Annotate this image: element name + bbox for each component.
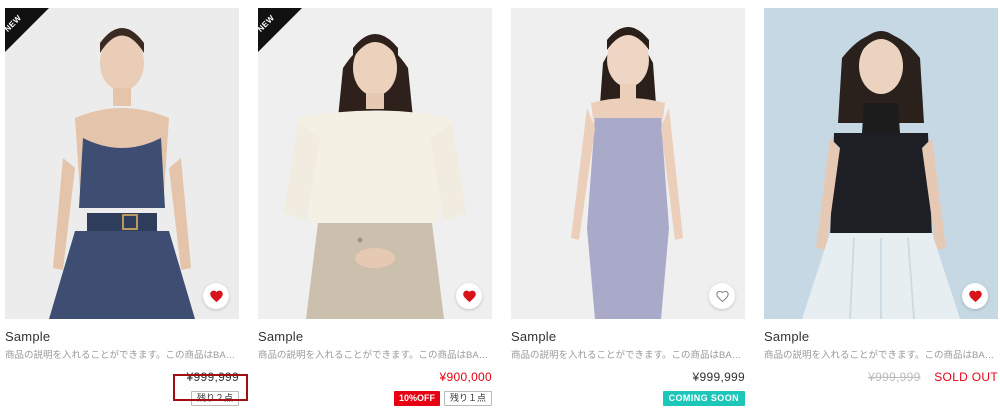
product-description: 商品の説明を入れることができます。この商品はBAS... — [511, 350, 745, 361]
heart-icon — [715, 290, 729, 302]
price-row: ¥900,000 — [258, 369, 492, 385]
product-image[interactable]: NEW — [5, 8, 239, 319]
heart-icon — [462, 290, 476, 302]
product-image[interactable]: NEW — [258, 8, 492, 319]
coming-soon-tag: COMING SOON — [662, 391, 745, 406]
product-price: ¥999,999 — [868, 370, 921, 384]
heart-icon — [209, 290, 223, 302]
product-grid: NEW Sample 商品の説明を入れることができます。この商品はBAS... … — [0, 0, 1000, 413]
product-name[interactable]: Sample — [511, 329, 745, 345]
favorite-button[interactable] — [456, 283, 482, 309]
product-image[interactable] — [511, 8, 745, 319]
product-name[interactable]: Sample — [258, 329, 492, 345]
sale-tag: 10%OFF — [393, 391, 440, 406]
sold-out-label: SOLD OUT — [934, 370, 998, 384]
favorite-button[interactable] — [203, 283, 229, 309]
price-row: ¥999,999 — [511, 369, 745, 385]
product-price: ¥900,000 — [439, 370, 492, 384]
new-badge: NEW — [258, 8, 302, 52]
heart-icon — [968, 290, 982, 302]
product-card[interactable]: NEW Sample 商品の説明を入れることができます。この商品はBAS... … — [258, 8, 492, 408]
tag-row: 10%OFF 残り１点 — [258, 391, 492, 407]
product-name[interactable]: Sample — [5, 329, 239, 345]
stock-tag: 残り１点 — [443, 391, 492, 406]
product-card[interactable]: NEW Sample 商品の説明を入れることができます。この商品はBAS... … — [5, 8, 239, 408]
product-name[interactable]: Sample — [764, 329, 998, 345]
product-image[interactable] — [764, 8, 998, 319]
highlight-annotation — [173, 374, 248, 401]
product-description: 商品の説明を入れることができます。この商品はBAS... — [764, 350, 998, 361]
favorite-button[interactable] — [709, 283, 735, 309]
product-description: 商品の説明を入れることができます。この商品はBAS... — [258, 350, 492, 361]
favorite-button[interactable] — [962, 283, 988, 309]
new-badge: NEW — [5, 8, 49, 52]
price-row: ¥999,999 SOLD OUT — [764, 369, 998, 385]
product-card[interactable]: Sample 商品の説明を入れることができます。この商品はBAS... ¥999… — [764, 8, 998, 408]
product-price: ¥999,999 — [692, 370, 745, 384]
product-card[interactable]: Sample 商品の説明を入れることができます。この商品はBAS... ¥999… — [511, 8, 745, 408]
tag-row: COMING SOON — [511, 391, 745, 407]
product-description: 商品の説明を入れることができます。この商品はBAS... — [5, 350, 239, 361]
